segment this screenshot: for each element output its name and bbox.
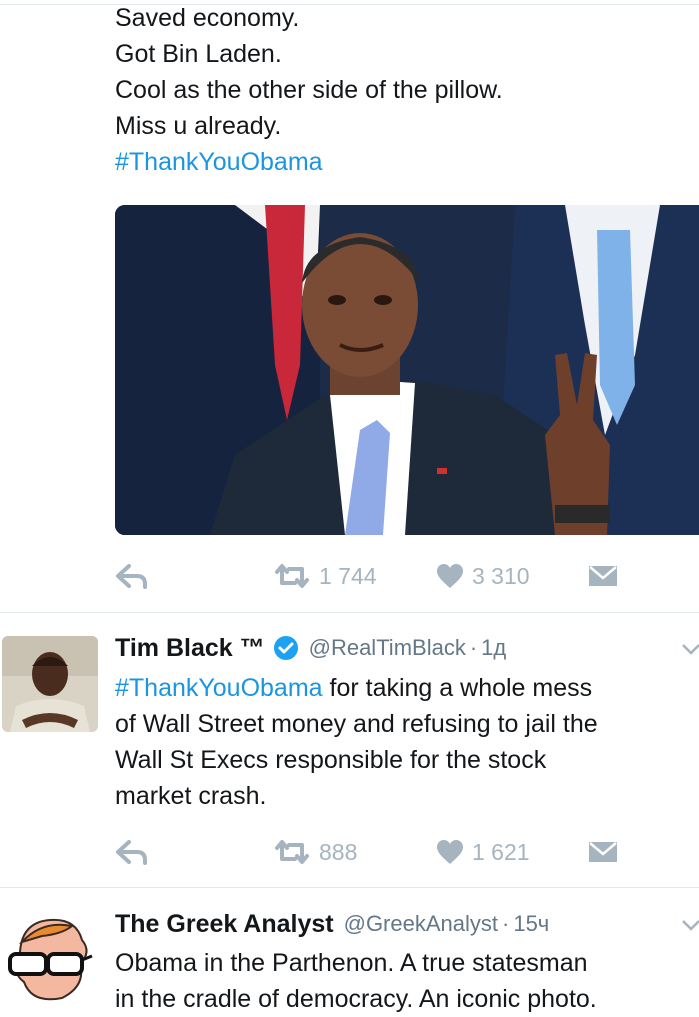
tweet-photo[interactable] bbox=[115, 205, 699, 535]
like-count: 3 310 bbox=[472, 562, 530, 589]
user-handle[interactable]: @RealTimBlack bbox=[309, 635, 466, 661]
retweet-count: 1 744 bbox=[319, 562, 377, 589]
retweet-button[interactable]: 888 bbox=[273, 832, 357, 872]
retweet-icon bbox=[273, 839, 311, 865]
reply-button[interactable] bbox=[115, 832, 149, 872]
reply-icon bbox=[115, 839, 149, 865]
chevron-down-icon[interactable] bbox=[681, 918, 699, 932]
like-count: 1 621 bbox=[472, 838, 530, 865]
tweet-header: Tim Black ™ @RealTimBlack · 1д bbox=[115, 630, 699, 666]
tweet-text: Obama in the Parthenon. A true statesman… bbox=[115, 945, 597, 1017]
tweet-divider bbox=[0, 612, 699, 613]
tweet-line: Got Bin Laden. bbox=[115, 40, 282, 68]
tweet-line: Obama in the Parthenon. A true statesman bbox=[115, 949, 588, 977]
tweet-header: The Greek Analyst @GreekAnalyst · 15ч bbox=[115, 906, 699, 942]
hashtag-link[interactable]: #ThankYouObama bbox=[115, 148, 323, 176]
tweet-line: Cool as the other side of the pillow. bbox=[115, 76, 503, 104]
tweet-divider bbox=[0, 887, 699, 888]
tweet-line: for taking a whole mess bbox=[322, 674, 593, 702]
tweet-actions: 888 1 621 bbox=[115, 832, 699, 872]
tweet-timestamp[interactable]: 1д bbox=[481, 635, 506, 661]
display-name[interactable]: The Greek Analyst bbox=[115, 910, 334, 939]
tweet-line: Miss u already. bbox=[115, 112, 282, 140]
chevron-down-icon[interactable] bbox=[681, 642, 699, 656]
like-button[interactable]: 1 621 bbox=[436, 832, 530, 872]
retweet-button[interactable]: 1 744 bbox=[273, 556, 377, 596]
reply-icon bbox=[115, 563, 149, 589]
retweet-count: 888 bbox=[319, 838, 358, 865]
like-icon bbox=[436, 563, 464, 589]
hashtag-link[interactable]: #ThankYouObama bbox=[115, 674, 323, 702]
direct-message-icon bbox=[588, 564, 618, 588]
tweet-line: in the cradle of democracy. An iconic ph… bbox=[115, 985, 597, 1013]
direct-message-button[interactable] bbox=[588, 556, 618, 596]
tweet-line: market crash. bbox=[115, 782, 267, 810]
tweet-actions: 1 744 3 310 bbox=[115, 556, 699, 596]
tweet-line: of Wall Street money and refusing to jai… bbox=[115, 710, 598, 738]
tweet-line: Wall St Execs responsible for the stock bbox=[115, 746, 547, 774]
avatar[interactable] bbox=[2, 636, 98, 732]
retweet-icon bbox=[273, 563, 311, 589]
direct-message-button[interactable] bbox=[588, 832, 618, 872]
verified-icon bbox=[273, 635, 299, 661]
separator-dot: · bbox=[469, 635, 478, 660]
like-button[interactable]: 3 310 bbox=[436, 556, 530, 596]
tweet-text: #ThankYouObama for taking a whole mess o… bbox=[115, 670, 598, 814]
reply-button[interactable] bbox=[115, 556, 149, 596]
avatar[interactable] bbox=[2, 912, 98, 1008]
display-name[interactable]: Tim Black ™ bbox=[115, 634, 265, 663]
tweet-text: Saved economy. Got Bin Laden. Cool as th… bbox=[115, 0, 503, 180]
user-handle[interactable]: @GreekAnalyst bbox=[344, 911, 498, 937]
direct-message-icon bbox=[588, 840, 618, 864]
separator-dot: · bbox=[502, 911, 510, 936]
tweet-line: Saved economy. bbox=[115, 4, 300, 32]
like-icon bbox=[436, 839, 464, 865]
tweet-timestamp[interactable]: 15ч bbox=[513, 911, 549, 937]
